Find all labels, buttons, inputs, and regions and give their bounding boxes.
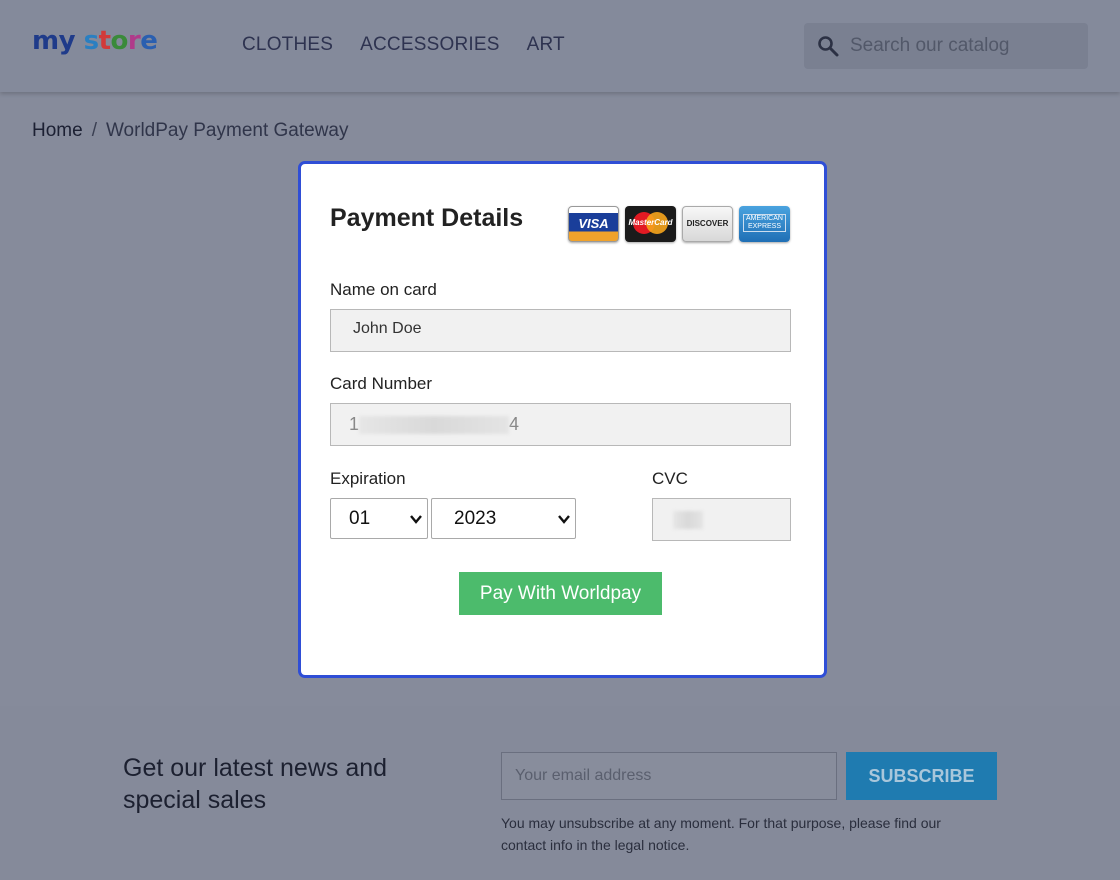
search-icon[interactable]: [816, 34, 840, 58]
logo-letter: s: [83, 26, 99, 56]
card-logo-label: DISCOVER: [686, 219, 729, 228]
nav-clothes[interactable]: CLOTHES: [242, 34, 333, 56]
pay-with-worldpay-button[interactable]: Pay With Worldpay: [459, 572, 662, 615]
chevron-down-icon: [558, 515, 570, 524]
mastercard-icon: MasterCard: [625, 206, 676, 242]
logo-letter: o: [110, 26, 129, 56]
subscribe-button[interactable]: SUBSCRIBE: [846, 752, 997, 800]
expiration-month-select[interactable]: 01: [330, 498, 428, 539]
breadcrumb: Home / WorldPay Payment Gateway: [32, 120, 349, 142]
card-logo-label: MasterCard: [628, 218, 673, 227]
breadcrumb-current: WorldPay Payment Gateway: [105, 120, 349, 141]
expiration-label: Expiration: [330, 469, 406, 488]
month-value: 01: [349, 508, 371, 529]
card-number-field[interactable]: 14: [330, 403, 791, 446]
card-number-blurred: [359, 416, 510, 435]
discover-card-icon: DISCOVER: [682, 206, 733, 242]
name-on-card-field[interactable]: John Doe: [330, 309, 791, 352]
card-logos: VISA MasterCard DISCOVER AMERICAN EXPRES…: [568, 206, 790, 242]
chevron-down-icon: [410, 515, 422, 524]
breadcrumb-separator: /: [91, 120, 97, 141]
cvc-label: CVC: [652, 469, 688, 488]
search-input[interactable]: [850, 33, 1076, 59]
card-number-label: Card Number: [330, 374, 433, 393]
modal-title: Payment Details: [330, 204, 524, 232]
logo-letter: r: [127, 26, 141, 56]
logo-letter: m: [32, 26, 59, 56]
logo-letter: e: [140, 26, 158, 56]
cvc-blurred: [673, 511, 703, 529]
card-number-prefix: 1: [349, 414, 360, 434]
nav-accessories[interactable]: ACCESSORIES: [360, 34, 499, 56]
year-value: 2023: [454, 508, 497, 529]
site-header: my store CLOTHES ACCESSORIES ART: [0, 0, 1120, 92]
name-on-card-label: Name on card: [330, 280, 437, 299]
payment-modal: Payment Details VISA MasterCard DISCOVER…: [298, 161, 827, 678]
breadcrumb-home[interactable]: Home: [32, 120, 83, 141]
store-logo[interactable]: my store: [32, 26, 158, 56]
expiration-year-select[interactable]: 2023: [431, 498, 576, 539]
card-logo-label: VISA: [578, 216, 609, 231]
logo-letter: [75, 26, 84, 56]
newsletter-title: Get our latest news and special sales: [123, 754, 388, 814]
logo-letter: y: [58, 26, 76, 56]
nav-art[interactable]: ART: [527, 34, 565, 56]
visa-card-icon: VISA: [568, 206, 619, 242]
main-nav: CLOTHES ACCESSORIES ART: [242, 34, 565, 56]
cvc-field[interactable]: [652, 498, 791, 541]
card-logo-label: AMERICAN EXPRESS: [743, 214, 786, 232]
amex-card-icon: AMERICAN EXPRESS: [739, 206, 790, 242]
logo-letter: t: [98, 26, 111, 56]
newsletter-note: You may unsubscribe at any moment. For t…: [501, 815, 941, 853]
newsletter-email-input[interactable]: [501, 752, 837, 800]
card-number-suffix: 4: [509, 414, 520, 434]
search-bar: [804, 23, 1088, 69]
